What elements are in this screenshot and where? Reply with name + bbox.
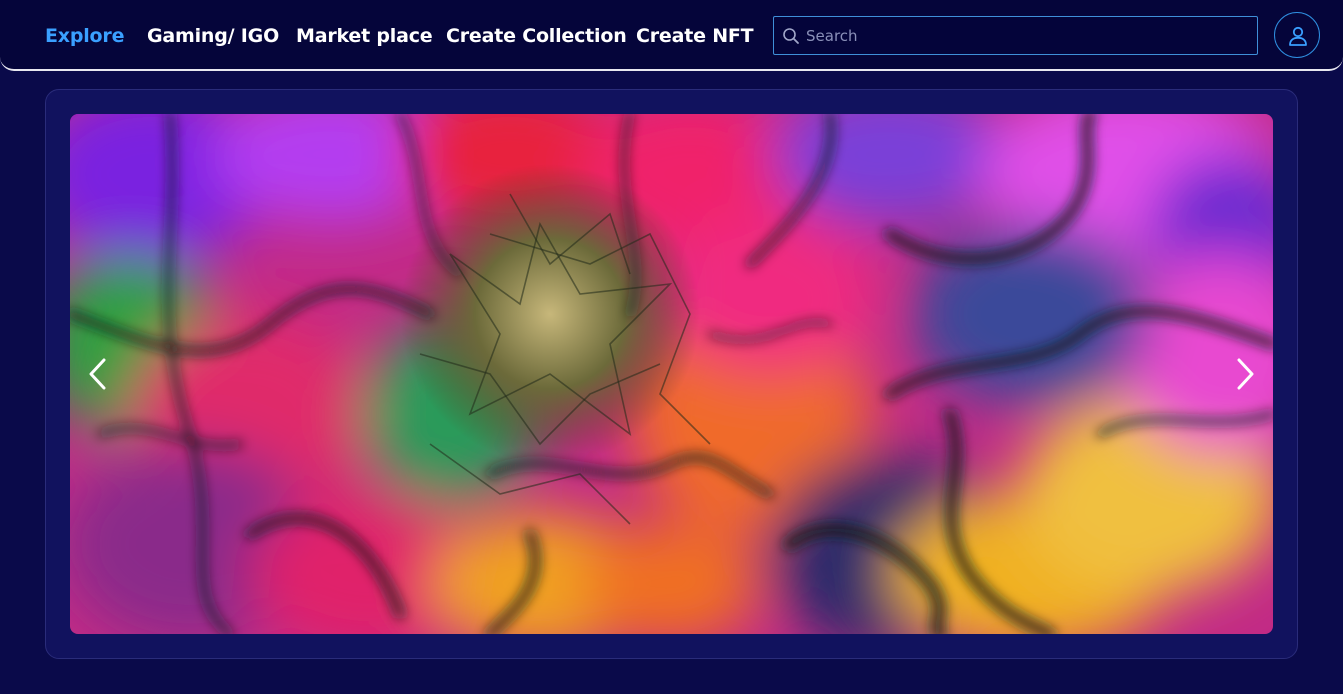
nav-explore[interactable]: Explore: [45, 22, 124, 50]
user-profile-button[interactable]: [1274, 12, 1320, 58]
carousel-prev-button[interactable]: [79, 354, 119, 394]
search-icon: [783, 28, 799, 44]
chevron-right-icon: [1237, 358, 1254, 390]
abstract-fractal-art-image: [70, 114, 1273, 634]
user-icon: [1289, 26, 1307, 46]
carousel-image: [70, 114, 1273, 634]
top-navigation-bar: Explore Gaming/ IGO Market place Create …: [0, 0, 1343, 71]
chevron-left-icon: [89, 358, 106, 390]
search-input[interactable]: [806, 17, 1246, 54]
nav-market-place[interactable]: Market place: [296, 22, 433, 50]
nav-create-nft[interactable]: Create NFT: [636, 22, 754, 50]
search-box[interactable]: [773, 16, 1258, 55]
hero-carousel-card: [45, 89, 1298, 659]
carousel-next-button[interactable]: [1224, 354, 1264, 394]
nav-gaming-igo[interactable]: Gaming/ IGO: [147, 22, 279, 50]
nav-create-collection[interactable]: Create Collection: [446, 22, 627, 50]
